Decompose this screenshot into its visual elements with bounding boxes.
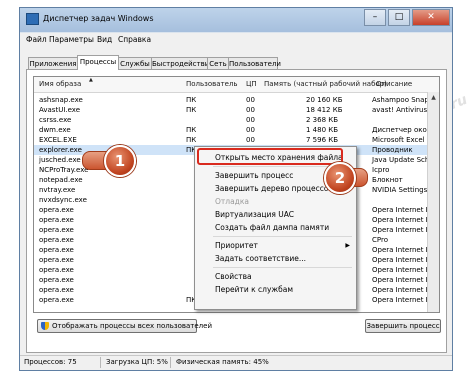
cell-image-name: NCProTray.exe [39,166,89,174]
context-menu-item[interactable]: Перейти к службам [215,285,293,294]
cell-user: ПК [186,96,197,104]
cell-user: ПК [186,126,197,134]
cell-user: ПК [186,106,197,114]
menu-separator [213,267,352,268]
cell-image-name: opera.exe [39,246,74,254]
cell-image-name: dwm.exe [39,126,71,134]
menu-view[interactable]: Вид [97,35,112,44]
column-cpu[interactable]: ЦП [246,80,257,88]
cell-memory: 2 368 КБ [306,116,339,124]
vertical-scrollbar[interactable]: ▲ [427,92,439,312]
cell-memory: 1 480 КБ [306,126,339,134]
show-all-processes-button[interactable]: Отображать процессы всех пользователей [37,319,212,333]
context-menu-item[interactable]: Свойства [215,272,252,281]
cell-memory: 7 596 КБ [306,136,339,144]
table-row[interactable]: dwm.exeПК001 480 КБДиспетчер окон раб... [34,125,439,135]
scroll-up-icon[interactable]: ▲ [429,93,438,102]
cell-image-name: notepad.exe [39,176,83,184]
context-menu-item[interactable]: Виртуализация UAC [215,210,294,219]
cell-image-name: jusched.exe [39,156,81,164]
status-cpu: Загрузка ЦП: 5% [106,358,168,366]
cell-image-name: ashsnap.exe [39,96,83,104]
menu-separator [213,236,352,237]
context-menu-item[interactable]: Задать соответствие... [215,254,306,263]
callout-2-badge: 2 [324,162,356,194]
tab-applications[interactable]: Приложения [28,57,78,69]
cell-cpu: 00 [246,136,255,144]
cell-description: avast! Antivirus [372,106,428,114]
tab-processes[interactable]: Процессы [77,55,119,70]
cell-image-name: opera.exe [39,236,74,244]
column-description[interactable]: Описание [376,80,412,88]
cell-image-name: opera.exe [39,276,74,284]
tab-performance[interactable]: Быстродействие [151,57,214,69]
cell-image-name: opera.exe [39,226,74,234]
menu-bar: Файл Параметры Вид Справка [20,33,452,47]
column-image-name[interactable]: Имя образа [39,80,81,88]
cell-image-name: AvastUI.exe [39,106,81,114]
cell-cpu: 00 [246,96,255,104]
context-menu-item[interactable]: Приоритет [215,241,258,250]
cell-description: CPro [372,236,388,244]
menu-options[interactable]: Параметры [49,35,94,44]
menu-file[interactable]: Файл [26,35,47,44]
status-divider [170,357,171,368]
cell-image-name: nvxdsync.exe [39,196,87,204]
submenu-arrow-icon: ▶ [345,242,350,249]
column-memory[interactable]: Память (частный рабочий набор) [264,80,387,88]
context-menu-item[interactable]: Создать файл дампа памяти [215,223,329,232]
cell-description: Блокнот [372,176,403,184]
cell-image-name: opera.exe [39,206,74,214]
show-all-processes-label: Отображать процессы всех пользователей [52,322,213,330]
column-user[interactable]: Пользователь [186,80,238,88]
title-bar: Диспетчер задач Windows – □ ✕ [20,8,452,32]
table-row[interactable]: csrss.exe 00 2 368 КБ [34,115,439,125]
end-process-button[interactable]: Завершить процесс [365,319,441,333]
status-memory: Физическая память: 45% [176,358,269,366]
cell-description: Icpro [372,166,390,174]
cell-image-name: opera.exe [39,256,74,264]
cell-image-name: EXCEL.EXE [39,136,77,144]
cell-cpu: 00 [246,106,255,114]
cell-image-name: opera.exe [39,286,74,294]
cell-memory: 20 160 КБ [306,96,343,104]
status-bar: Процессов: 75 Загрузка ЦП: 5% Физическая… [20,355,452,370]
table-row[interactable]: EXCEL.EXE ПК 00 7 596 КБ Microsoft Excel [34,135,439,145]
cell-description: Ashampoo Snap 9 [372,96,436,104]
table-row[interactable]: ashsnap.exe ПК 00 20 160 КБ Ashampoo Snap 9 [34,95,439,105]
context-menu-item: Отладка [215,197,249,206]
cell-image-name: explorer.exe [39,146,82,154]
table-row[interactable]: AvastUI.exe ПК 00 18 412 КБ avast! Antivirus [34,105,439,115]
cell-description: Microsoft Excel [372,136,425,144]
list-header: Имя образа ▲ Пользователь ЦП Память (час… [34,77,439,93]
context-menu-item[interactable]: Завершить дерево процессов [215,184,333,193]
sort-arrow-icon: ▲ [89,77,93,83]
window-title: Диспетчер задач Windows [43,14,154,23]
cell-description: Проводник [372,146,413,154]
shield-icon [41,322,49,330]
cell-description: NVIDIA Settings [372,186,428,194]
cell-image-name: opera.exe [39,266,74,274]
status-divider [100,357,101,368]
tab-network[interactable]: Сеть [207,57,229,69]
maximize-button[interactable]: □ [388,9,410,26]
task-manager-icon [26,13,39,25]
cell-cpu: 00 [246,116,255,124]
callout-1-badge: 1 [104,145,136,177]
cell-cpu: 00 [246,126,255,134]
minimize-button[interactable]: – [364,9,386,26]
cell-user: ПК [186,136,197,144]
menu-help[interactable]: Справка [118,35,151,44]
cell-memory: 18 412 КБ [306,106,343,114]
tab-services[interactable]: Службы [118,57,152,69]
cell-image-name: nvtray.exe [39,186,76,194]
highlight-frame [197,148,343,165]
cell-image-name: csrss.exe [39,116,72,124]
cell-image-name: opera.exe [39,296,74,304]
context-menu-item[interactable]: Завершить процесс [215,171,293,180]
cell-image-name: opera.exe [39,216,74,224]
status-processes: Процессов: 75 [24,358,77,366]
close-button[interactable]: ✕ [412,9,450,26]
tab-users[interactable]: Пользователи [228,57,281,69]
